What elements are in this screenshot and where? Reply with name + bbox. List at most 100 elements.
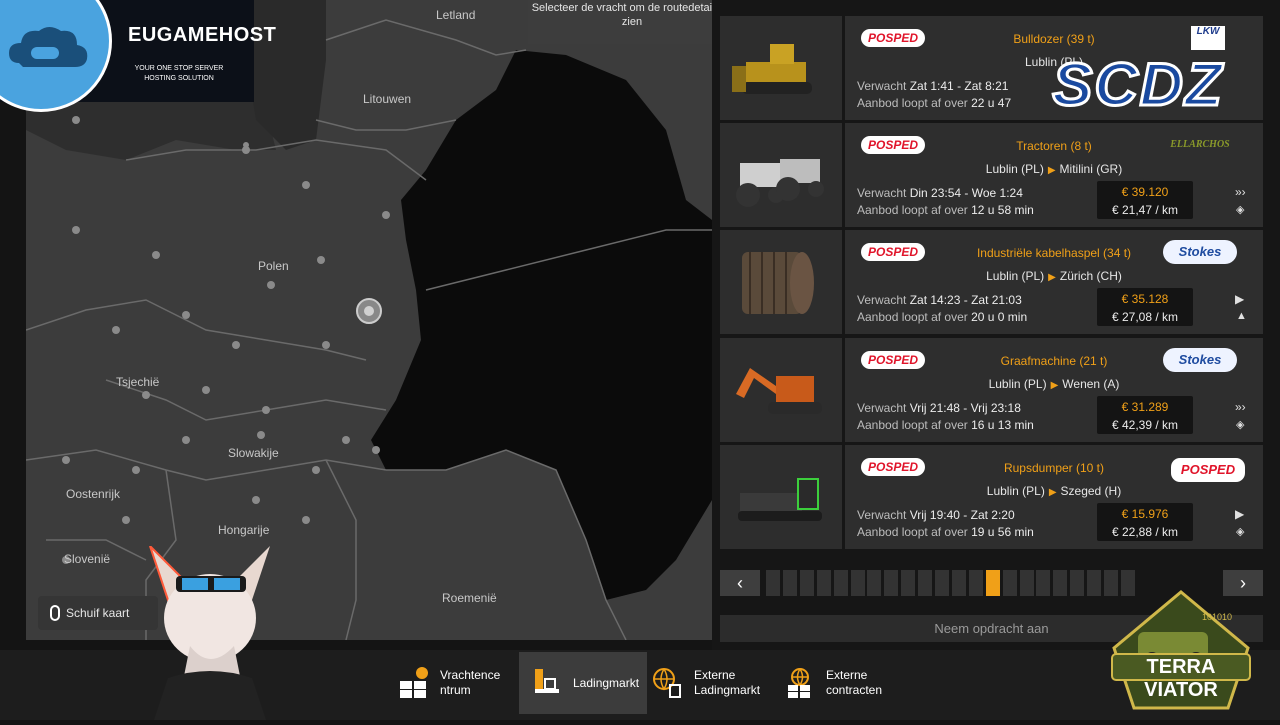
expected-time: Verwacht Din 23:54 - Woe 1:24 bbox=[857, 186, 1023, 200]
single-chevron-icon: ▶ bbox=[1235, 507, 1245, 521]
fragile-icon: ◈ bbox=[1236, 204, 1245, 216]
route: Lublin (PL) ▶ Wenen (A) bbox=[988, 377, 1120, 391]
badge-code: 101010 bbox=[1202, 612, 1233, 622]
job-card[interactable]: POSPED Tractoren (8 t) Lublin (PL) ▶ Mitil… bbox=[720, 123, 1263, 227]
tab-freight-market[interactable]: Ladingmarkt bbox=[519, 652, 647, 714]
price-box: € 15.976 € 22,88 / km bbox=[1097, 503, 1193, 541]
external-freight-icon bbox=[652, 667, 684, 699]
page-segment[interactable] bbox=[1053, 570, 1068, 596]
previous-page-button[interactable]: ‹ bbox=[720, 570, 760, 596]
map-label-austria: Oostenrijk bbox=[66, 487, 121, 501]
page-segment[interactable] bbox=[867, 570, 882, 596]
cargo-thumbnail-bulldozer bbox=[720, 16, 842, 120]
page-segment[interactable] bbox=[935, 570, 949, 596]
page-segment[interactable] bbox=[850, 570, 865, 596]
expected-time: Verwacht Vrij 21:48 - Vrij 23:18 bbox=[857, 401, 1021, 415]
company-logo-lkw: LKW bbox=[1191, 26, 1225, 50]
route-arrow-icon: ▶ bbox=[1047, 165, 1056, 176]
page-segment[interactable] bbox=[1087, 570, 1102, 596]
map-label-latvia: Letland bbox=[436, 8, 476, 22]
price-per-km: € 22,88 / km bbox=[1111, 525, 1179, 539]
page-segment[interactable] bbox=[918, 570, 933, 596]
tab-label: Externe contracten bbox=[826, 668, 883, 697]
job-card[interactable]: POSPED Graafmachine (21 t) Lublin (PL) ▶ W… bbox=[720, 338, 1263, 442]
page-segment[interactable] bbox=[968, 570, 983, 596]
mouse-icon bbox=[50, 605, 60, 621]
map-label-romania: Roemenië bbox=[442, 591, 497, 605]
scdz-watermark: SCDZ bbox=[1051, 50, 1224, 119]
route: Lublin (PL) ▶ Zürich (CH) bbox=[986, 269, 1122, 283]
price-box: € 31.289 € 42,39 / km bbox=[1097, 396, 1193, 434]
fragile-icon: ◈ bbox=[1236, 419, 1245, 431]
route: Lublin (PL) ▶ Mitilini (GR) bbox=[985, 162, 1123, 176]
job-price: € 39.120 bbox=[1121, 185, 1169, 199]
badge-title: TERRA VIATOR bbox=[1144, 656, 1218, 701]
page-segment[interactable] bbox=[985, 570, 1000, 596]
cargo-center-icon bbox=[398, 667, 430, 699]
tab-external-freight-market[interactable]: Externe Ladingmarkt bbox=[652, 652, 782, 714]
map-label-poland: Polen bbox=[258, 259, 289, 273]
company-logo-posped: POSPED bbox=[1171, 458, 1245, 482]
price-per-km: € 21,47 / km bbox=[1111, 203, 1179, 217]
route-arrow-icon: ▶ bbox=[1048, 487, 1057, 498]
expected-time: Verwacht Vrij 19:40 - Zat 2:20 bbox=[857, 508, 1015, 522]
page-segment[interactable] bbox=[833, 570, 848, 596]
offer-expiry: Aanbod loopt af over 12 u 58 min bbox=[857, 203, 1034, 217]
page-segment[interactable] bbox=[766, 570, 780, 596]
offer-expiry: Aanbod loopt af over 22 u 47 bbox=[857, 96, 1012, 110]
cargo-thumbnail-cable-reel bbox=[720, 230, 842, 334]
price-box: € 35.128 € 27,08 / km bbox=[1097, 288, 1193, 326]
company-logo-stokes: Stokes bbox=[1163, 348, 1237, 372]
price-per-km: € 42,39 / km bbox=[1111, 418, 1179, 432]
triple-chevron-icon: »› bbox=[1235, 185, 1246, 199]
logo-title: EUGAMEHOST bbox=[128, 24, 277, 46]
tab-label: Ladingmarkt bbox=[573, 675, 640, 690]
page-segment[interactable] bbox=[1036, 570, 1051, 596]
page-segment[interactable] bbox=[884, 570, 899, 596]
map-label-slovakia: Slowakije bbox=[228, 446, 279, 460]
page-segment[interactable] bbox=[901, 570, 916, 596]
tab-cargo-center[interactable]: Vrachtence ntrum bbox=[398, 652, 518, 714]
expected-time: Verwacht Zat 14:23 - Zat 21:03 bbox=[857, 293, 1022, 307]
triple-chevron-icon: »› bbox=[1235, 400, 1246, 414]
route-arrow-icon: ▶ bbox=[1048, 272, 1056, 283]
move-map-label: Schuif kaart bbox=[66, 606, 130, 620]
streamer-avatar bbox=[140, 545, 280, 720]
logo-subtitle: YOUR ONE STOP SERVER HOSTING SOLUTION bbox=[134, 65, 224, 82]
cargo-thumbnail-tractors bbox=[720, 123, 842, 227]
job-card[interactable]: POSPED Industriële kabelhaspel (34 t) Lu… bbox=[720, 230, 1263, 334]
cloud-gamepad-icon bbox=[0, 0, 112, 112]
page-segment[interactable] bbox=[951, 570, 966, 596]
page-segment[interactable] bbox=[1002, 570, 1017, 596]
external-contracts-icon bbox=[784, 667, 816, 699]
page-segment[interactable] bbox=[816, 570, 831, 596]
route-arrow-icon: ▶ bbox=[1050, 380, 1059, 391]
price-per-km: € 27,08 / km bbox=[1111, 310, 1179, 324]
tab-label: Externe Ladingmarkt bbox=[694, 668, 761, 697]
cargo-thumbnail-excavator bbox=[720, 338, 842, 442]
offer-expiry: Aanbod loopt af over 19 u 56 min bbox=[857, 525, 1034, 539]
tab-external-contracts[interactable]: Externe contracten bbox=[784, 652, 904, 714]
job-price: € 31.289 bbox=[1121, 400, 1169, 414]
offer-expiry: Aanbod loopt af over 20 u 0 min bbox=[857, 310, 1028, 324]
job-price: € 15.976 bbox=[1121, 507, 1169, 521]
weight-icon: ▲ bbox=[1236, 310, 1247, 322]
fragile-icon: ◈ bbox=[1236, 526, 1245, 538]
page-segment[interactable] bbox=[1070, 570, 1085, 596]
tab-label: Vrachtence ntrum bbox=[440, 668, 501, 697]
eugamehost-logo: EUGAMEHOST YOUR ONE STOP SERVER HOSTING … bbox=[0, 0, 276, 112]
map-label-lithuania: Litouwen bbox=[363, 92, 412, 106]
single-chevron-icon: ▶ bbox=[1235, 292, 1245, 306]
offer-expiry: Aanbod loopt af over 16 u 13 min bbox=[857, 418, 1034, 432]
map-label-hungary: Hongarije bbox=[218, 523, 270, 537]
job-card[interactable]: POSPED Rupsdumper (10 t) Lublin (PL) ▶ Sze… bbox=[720, 445, 1263, 549]
cargo-thumbnail-track-dumper bbox=[720, 445, 842, 549]
page-segment[interactable] bbox=[799, 570, 814, 596]
price-box: € 39.120 € 21,47 / km bbox=[1097, 181, 1193, 219]
terra-viator-badge: 101010 TERRA VIATOR bbox=[1108, 588, 1254, 714]
freight-market-icon bbox=[531, 667, 563, 699]
map-label-czechia: Tsjechië bbox=[116, 375, 160, 389]
company-logo-ellarchos: ELLARCHOS bbox=[1170, 139, 1230, 150]
page-segment[interactable] bbox=[1019, 570, 1034, 596]
page-segment[interactable] bbox=[782, 570, 797, 596]
